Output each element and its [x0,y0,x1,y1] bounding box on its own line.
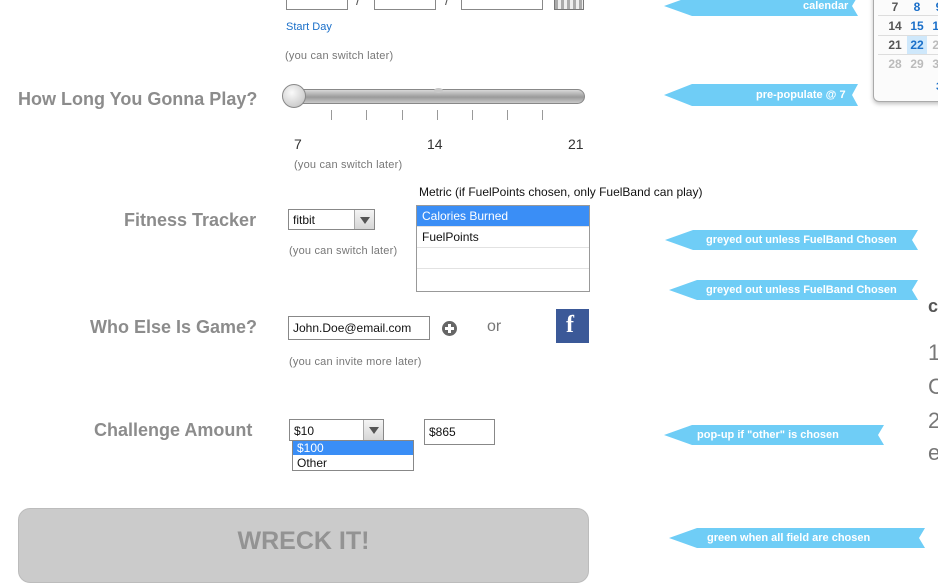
challenge-option-selected[interactable]: $100 [293,441,413,455]
challenge-option[interactable]: Other [293,456,413,470]
start-year-field[interactable] [461,0,543,10]
metric-option[interactable] [417,248,589,269]
slider-tick [366,110,367,120]
slider-tick [402,110,403,120]
slider-label-max: 21 [568,136,584,152]
fitness-tracker-select[interactable]: fitbit [288,209,375,230]
chevron-down-icon[interactable] [354,210,374,229]
fitness-tracker-label: Fitness Tracker [124,210,257,230]
challenge-total-field[interactable]: $865 [424,419,495,445]
duration-label: How Long You Gonna Play? [18,89,258,109]
facebook-button[interactable]: f [556,309,589,343]
start-day-link[interactable]: Start Day [286,21,332,33]
slider-midpoint [434,88,443,93]
metric-caption: Metric (if FuelPoints chosen, only FuelB… [419,185,703,199]
side-text: C [928,374,938,399]
wreck-it-button[interactable]: WRECK IT! [18,508,589,583]
slider-tick [331,110,332,120]
slider-tick [507,110,508,120]
slider-label-mid: 14 [427,136,443,152]
calendar-day[interactable]: 8 [907,0,927,16]
fitness-tracker-value: fitbit [293,213,316,227]
duration-hint: (you can switch later) [294,159,403,171]
duration-slider-thumb[interactable] [282,84,306,108]
calendar-day[interactable]: 21 [885,36,905,54]
calendar-day[interactable]: 9 [929,0,938,16]
callout-greyed-out-2: greyed out unless FuelBand Chosen [669,280,918,300]
challenge-amount-dropdown[interactable]: $100 Other [292,440,414,471]
calendar-day[interactable]: 28 [885,55,905,73]
callout-greyed-out-1: greyed out unless FuelBand Chosen [665,230,918,250]
slider-tick [437,110,438,120]
side-text: e [928,440,938,465]
calendar-day[interactable]: 7 [885,0,905,16]
metric-option[interactable] [417,269,589,290]
calendar-extra: 3 [929,78,938,96]
add-invite-icon[interactable] [442,321,457,336]
facebook-icon: f [566,312,574,338]
calendar-day[interactable]: 30 [929,55,938,73]
challenge-amount-label: Challenge Amount [94,420,253,440]
metric-option[interactable]: FuelPoints [417,227,589,248]
challenge-amount-select[interactable]: $10 [289,419,384,441]
calendar-rule [878,15,938,16]
start-day-hint: (you can switch later) [285,50,394,62]
start-month-field[interactable] [286,0,348,10]
challenge-amount-value: $10 [294,424,315,438]
side-text: c [928,296,938,316]
calendar-day[interactable]: 15 [907,17,927,35]
slider-label-min: 7 [294,136,302,152]
calendar-day[interactable]: 29 [907,55,927,73]
calendar-day[interactable]: 23 [929,36,938,54]
chevron-down-icon[interactable] [363,420,383,440]
slider-tick [472,110,473,120]
calendar-icon[interactable] [554,0,584,10]
callout-prepopulate: pre-populate @ 7 [664,84,858,106]
calendar-day-highlighted[interactable]: 22 [907,36,927,54]
side-text: 1 [928,340,938,365]
fitness-tracker-hint: (you can switch later) [289,245,398,257]
date-separator: / [356,0,360,8]
invite-hint: (you can invite more later) [289,356,422,368]
metric-list[interactable]: Calories Burned FuelPoints [416,205,590,292]
side-text: 2 [928,408,938,433]
calendar-day[interactable]: 16 [929,17,938,35]
start-day-field[interactable] [374,0,436,10]
slider-tick [542,110,543,120]
invite-label: Who Else Is Game? [90,317,258,337]
metric-option-selected[interactable]: Calories Burned [417,206,589,227]
callout-popup-other: pop-up if "other" is chosen [664,425,884,445]
or-text: or [487,318,502,335]
wreck-it-label: WRECK IT! [237,527,370,555]
date-separator: / [445,0,449,8]
email-field[interactable]: John.Doe@email.com [288,316,430,340]
callout-green-ready: green when all field are chosen [669,528,925,548]
calendar-day[interactable]: 14 [885,17,905,35]
callout-calendar: calendar [664,0,858,16]
